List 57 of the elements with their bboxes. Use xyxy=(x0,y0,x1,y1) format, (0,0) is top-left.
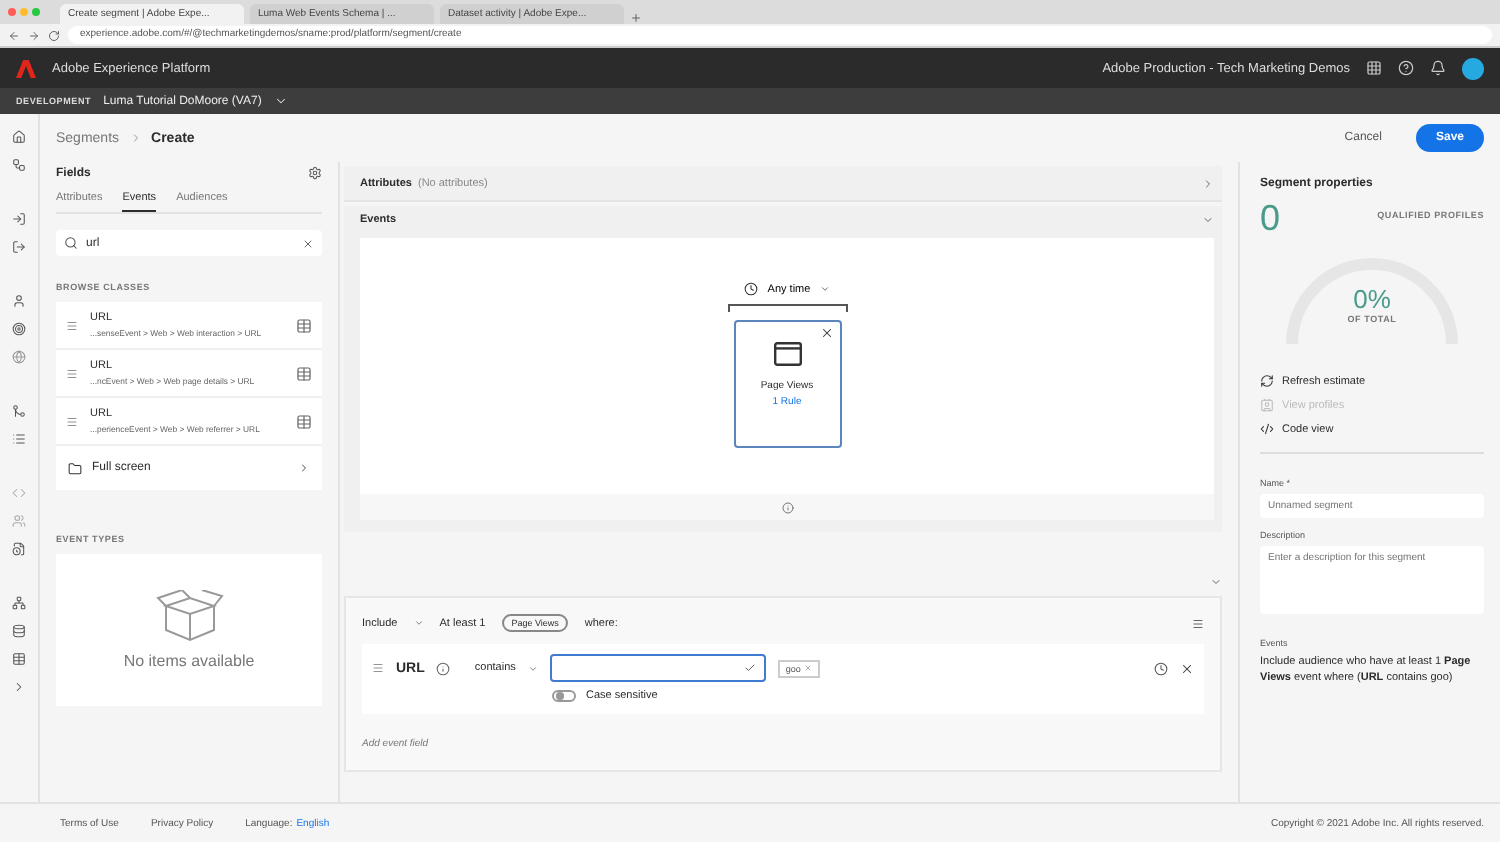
target-icon[interactable] xyxy=(12,322,26,336)
reload-icon xyxy=(48,29,60,41)
info-icon xyxy=(781,501,793,513)
chevron-down-icon[interactable] xyxy=(273,94,288,108)
refresh-icon xyxy=(1260,374,1274,388)
chevron-right-icon xyxy=(298,462,310,474)
schema-icon xyxy=(296,317,312,333)
schema-icon xyxy=(296,413,312,429)
close-icon[interactable] xyxy=(1180,661,1194,675)
drag-handle-icon xyxy=(66,319,78,331)
chevron-down-icon xyxy=(820,284,831,294)
folder-icon xyxy=(68,461,82,475)
logo-icon xyxy=(16,59,36,77)
close-icon[interactable] xyxy=(819,326,833,340)
browser-window-icon xyxy=(773,342,801,366)
drag-handle-icon xyxy=(372,662,384,674)
file-clock-icon[interactable] xyxy=(12,542,26,556)
forward-icon xyxy=(28,29,40,41)
workflow-icon[interactable] xyxy=(12,158,26,172)
globe-icon[interactable] xyxy=(12,350,26,364)
expand-icon[interactable] xyxy=(12,680,26,694)
empty-message: No items available xyxy=(123,652,255,670)
merge-icon[interactable] xyxy=(12,404,26,418)
back-icon xyxy=(8,29,20,41)
schema-icon xyxy=(296,365,312,381)
logout-icon[interactable] xyxy=(12,240,26,254)
clock-icon[interactable] xyxy=(1154,661,1168,675)
case-sensitive-toggle[interactable] xyxy=(552,690,576,702)
check-icon xyxy=(743,662,756,674)
chevron-down-icon[interactable] xyxy=(413,618,424,628)
value-input[interactable] xyxy=(549,654,766,682)
empty-box-icon xyxy=(153,590,225,642)
clock-icon xyxy=(743,282,758,296)
database-icon[interactable] xyxy=(12,624,26,638)
settings-icon[interactable] xyxy=(308,166,322,180)
notifications-icon[interactable] xyxy=(1430,60,1446,76)
table-icon[interactable] xyxy=(12,652,26,666)
drag-handle-icon xyxy=(66,367,78,379)
search-icon xyxy=(64,236,78,250)
new-tab-icon[interactable] xyxy=(630,12,642,24)
drag-handle-icon xyxy=(66,415,78,427)
login-icon[interactable] xyxy=(12,212,26,226)
help-icon[interactable] xyxy=(1398,60,1414,76)
code-icon xyxy=(1260,422,1274,436)
clear-icon[interactable] xyxy=(302,237,314,249)
home-icon[interactable] xyxy=(12,130,26,144)
info-icon xyxy=(436,661,451,675)
chevron-right-icon xyxy=(1202,177,1214,189)
percentage: 0% xyxy=(1353,284,1391,314)
avatar[interactable] xyxy=(1462,57,1484,79)
user-icon[interactable] xyxy=(12,294,26,308)
profile-card-icon xyxy=(1260,398,1274,412)
chevron-right-icon xyxy=(129,132,142,144)
apps-grid-icon[interactable] xyxy=(1366,60,1382,76)
profile-count: 0 xyxy=(1260,198,1281,240)
chevron-down-icon[interactable] xyxy=(527,663,538,673)
network-icon[interactable] xyxy=(12,596,26,610)
